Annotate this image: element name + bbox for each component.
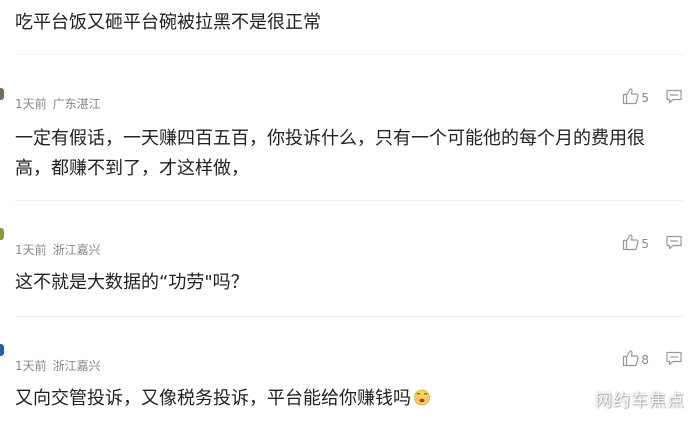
avatar[interactable]: [0, 228, 4, 240]
thumbs-up-icon: [623, 350, 640, 367]
like-count: 8: [641, 353, 649, 367]
comment-location: 浙江嘉兴: [52, 359, 101, 373]
thumbs-up-icon: [623, 88, 640, 105]
comment-location: 广东湛江: [52, 97, 101, 111]
like-count: 5: [641, 237, 649, 251]
comment-actions: 5: [622, 85, 683, 107]
divider: [15, 316, 683, 317]
reply-button[interactable]: [665, 87, 683, 105]
like-button[interactable]: 5: [622, 233, 649, 251]
comment-location: 浙江嘉兴: [52, 243, 101, 257]
watermark: 网约车焦点: [595, 391, 685, 411]
like-button[interactable]: 5: [622, 87, 649, 105]
divider: [15, 200, 683, 201]
thumbs-up-icon: [623, 234, 640, 251]
like-count: 5: [641, 91, 649, 105]
comment-time: 1天前: [15, 97, 47, 111]
reply-button[interactable]: [665, 233, 683, 251]
comment-meta: 1天前 浙江嘉兴: [15, 358, 101, 374]
comment-time: 1天前: [15, 359, 47, 373]
like-button[interactable]: 8: [622, 349, 649, 367]
comment-meta: 1天前 浙江嘉兴: [15, 242, 101, 258]
comment-icon: [666, 351, 682, 366]
comment-time: 1天前: [15, 243, 47, 257]
comment-text: 一定有假话，一天赚四百五百，你投诉什么，只有一个可能他的每个月的费用很高，都赚不…: [15, 128, 645, 179]
comment-text: 又向交管投诉，又像税务投诉，平台能给你赚钱吗: [15, 388, 411, 409]
comment-text: 吃平台饭又砸平台碗被拉黑不是很正常: [15, 12, 321, 33]
comment-actions: 8: [622, 347, 683, 369]
divider: [15, 54, 683, 55]
comment-actions: 5: [622, 231, 683, 253]
comment-feed: 吃平台饭又砸平台碗被拉黑不是很正常 1天前 广东湛江 5 一定有假话，一天赚四百五…: [0, 0, 693, 421]
reply-button[interactable]: [665, 349, 683, 367]
emoji-icon: [413, 386, 431, 416]
comment-icon: [666, 89, 682, 104]
comment-meta: 1天前 广东湛江: [15, 96, 101, 112]
comment-text-row: 又向交管投诉，又像税务投诉，平台能给你赚钱吗: [15, 384, 675, 416]
comment-text: 这不就是大数据的“功劳"吗？: [15, 272, 249, 293]
avatar[interactable]: [0, 344, 4, 356]
avatar[interactable]: [0, 88, 4, 100]
comment-icon: [666, 235, 682, 250]
